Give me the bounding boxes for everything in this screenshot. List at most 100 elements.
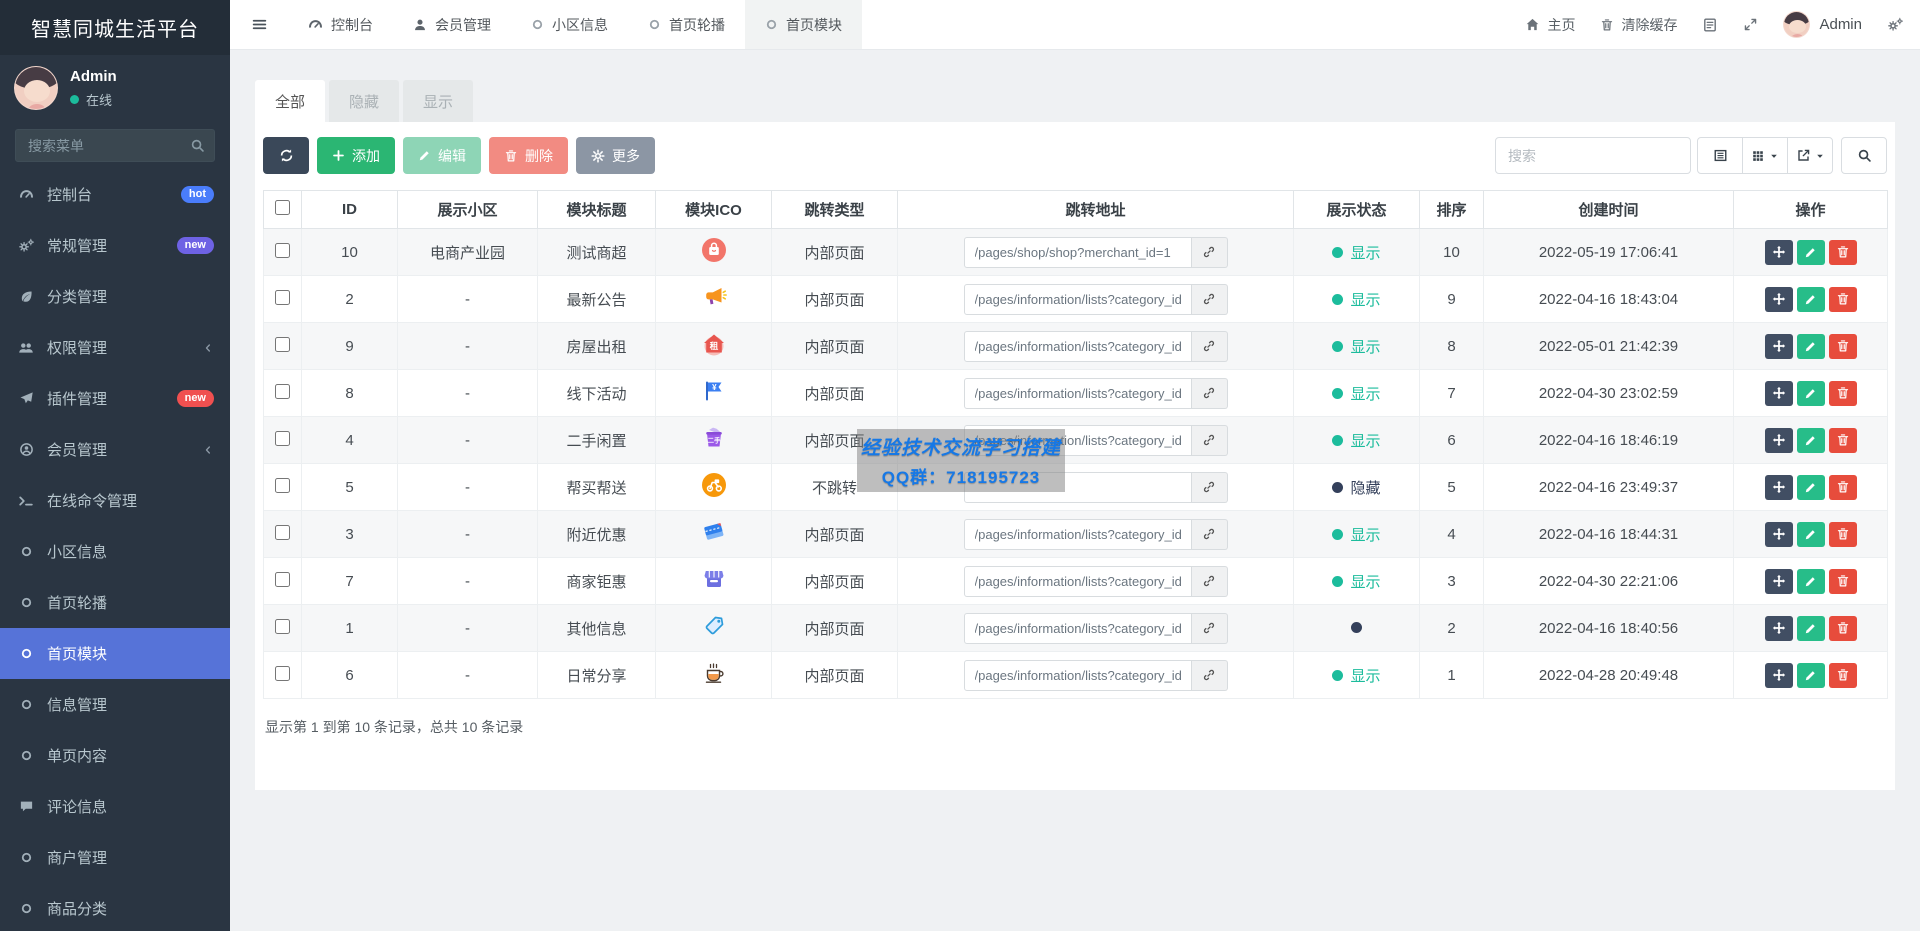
row-edit-button[interactable]: [1797, 334, 1825, 359]
row-edit-button[interactable]: [1797, 381, 1825, 406]
sidebar-item-14[interactable]: 商品分类: [0, 883, 230, 931]
link-button[interactable]: [1192, 331, 1228, 362]
select-all-checkbox[interactable]: [275, 200, 290, 215]
row-edit-button[interactable]: [1797, 522, 1825, 547]
nav-tab-3[interactable]: 首页轮播: [628, 0, 745, 49]
row-edit-button[interactable]: [1797, 569, 1825, 594]
row-checkbox[interactable]: [275, 666, 290, 681]
sidebar-item-0[interactable]: 控制台 hot: [0, 169, 230, 220]
sidebar-item-11[interactable]: 单页内容: [0, 730, 230, 781]
status-badge[interactable]: 显示: [1332, 524, 1380, 545]
drag-sort-button[interactable]: [1765, 334, 1793, 359]
row-checkbox[interactable]: [275, 619, 290, 634]
more-button[interactable]: 更多: [576, 137, 655, 174]
jump-url-input[interactable]: [964, 425, 1192, 456]
refresh-button[interactable]: [263, 137, 309, 174]
row-checkbox[interactable]: [275, 525, 290, 540]
topnav-clear-cache[interactable]: 清除缓存: [1600, 15, 1677, 35]
edit-button[interactable]: 编辑: [403, 137, 481, 174]
jump-url-input[interactable]: [964, 519, 1192, 550]
sidebar-item-10[interactable]: 信息管理: [0, 679, 230, 730]
drag-sort-button[interactable]: [1765, 428, 1793, 453]
jump-url-input[interactable]: [964, 472, 1192, 503]
nav-tab-4[interactable]: 首页模块: [745, 0, 862, 49]
row-checkbox[interactable]: [275, 384, 290, 399]
row-edit-button[interactable]: [1797, 428, 1825, 453]
drag-sort-button[interactable]: [1765, 663, 1793, 688]
sidebar-item-12[interactable]: 评论信息: [0, 781, 230, 832]
nav-tab-2[interactable]: 小区信息: [511, 0, 628, 49]
row-checkbox[interactable]: [275, 337, 290, 352]
row-edit-button[interactable]: [1797, 287, 1825, 312]
detail-view-button[interactable]: [1697, 137, 1743, 174]
row-checkbox[interactable]: [275, 290, 290, 305]
row-delete-button[interactable]: [1829, 663, 1857, 688]
jump-url-input[interactable]: [964, 566, 1192, 597]
status-badge[interactable]: 显示: [1332, 665, 1380, 686]
sidebar-item-3[interactable]: 权限管理: [0, 322, 230, 373]
status-badge[interactable]: 显示: [1332, 430, 1380, 451]
drag-sort-button[interactable]: [1765, 287, 1793, 312]
status-badge[interactable]: 隐藏: [1332, 477, 1380, 498]
link-button[interactable]: [1192, 425, 1228, 456]
sidebar-item-2[interactable]: 分类管理: [0, 271, 230, 322]
jump-url-input[interactable]: [964, 378, 1192, 409]
jump-url-input[interactable]: [964, 284, 1192, 315]
topnav-home[interactable]: 主页: [1525, 15, 1575, 35]
jump-url-input[interactable]: [964, 237, 1192, 268]
row-delete-button[interactable]: [1829, 334, 1857, 359]
jump-url-input[interactable]: [964, 331, 1192, 362]
columns-button[interactable]: [1742, 137, 1788, 174]
topnav-user[interactable]: Admin: [1783, 11, 1862, 38]
sidebar-item-9[interactable]: 首页模块: [0, 628, 230, 679]
search-button[interactable]: [1841, 137, 1887, 174]
drag-sort-button[interactable]: [1765, 616, 1793, 641]
sidebar-item-13[interactable]: 商户管理: [0, 832, 230, 883]
row-delete-button[interactable]: [1829, 428, 1857, 453]
row-delete-button[interactable]: [1829, 616, 1857, 641]
link-button[interactable]: [1192, 472, 1228, 503]
filter-tab-0[interactable]: 全部: [255, 80, 325, 122]
topnav-language[interactable]: [1702, 17, 1718, 33]
row-edit-button[interactable]: [1797, 616, 1825, 641]
sidebar-item-7[interactable]: 小区信息: [0, 526, 230, 577]
drag-sort-button[interactable]: [1765, 240, 1793, 265]
sidebar-item-1[interactable]: 常规管理 new: [0, 220, 230, 271]
sidebar-item-6[interactable]: 在线命令管理: [0, 475, 230, 526]
topnav-fullscreen[interactable]: [1743, 17, 1758, 32]
row-checkbox[interactable]: [275, 431, 290, 446]
status-badge[interactable]: 显示: [1332, 242, 1380, 263]
row-delete-button[interactable]: [1829, 287, 1857, 312]
row-checkbox[interactable]: [275, 243, 290, 258]
link-button[interactable]: [1192, 237, 1228, 268]
drag-sort-button[interactable]: [1765, 475, 1793, 500]
row-delete-button[interactable]: [1829, 569, 1857, 594]
nav-tab-0[interactable]: 控制台: [288, 0, 393, 49]
link-button[interactable]: [1192, 660, 1228, 691]
row-delete-button[interactable]: [1829, 240, 1857, 265]
delete-button[interactable]: 删除: [489, 137, 568, 174]
jump-url-input[interactable]: [964, 613, 1192, 644]
drag-sort-button[interactable]: [1765, 569, 1793, 594]
link-button[interactable]: [1192, 284, 1228, 315]
row-delete-button[interactable]: [1829, 475, 1857, 500]
link-button[interactable]: [1192, 566, 1228, 597]
menu-toggle-button[interactable]: [230, 0, 288, 49]
topnav-settings[interactable]: [1887, 17, 1904, 32]
drag-sort-button[interactable]: [1765, 381, 1793, 406]
sidebar-item-4[interactable]: 插件管理 new: [0, 373, 230, 424]
row-edit-button[interactable]: [1797, 475, 1825, 500]
status-badge[interactable]: 显示: [1332, 336, 1380, 357]
sidebar-item-8[interactable]: 首页轮播: [0, 577, 230, 628]
row-edit-button[interactable]: [1797, 663, 1825, 688]
row-delete-button[interactable]: [1829, 522, 1857, 547]
add-button[interactable]: 添加: [317, 137, 395, 174]
sidebar-item-5[interactable]: 会员管理: [0, 424, 230, 475]
status-badge[interactable]: [1351, 622, 1362, 633]
row-checkbox[interactable]: [275, 478, 290, 493]
jump-url-input[interactable]: [964, 660, 1192, 691]
row-edit-button[interactable]: [1797, 240, 1825, 265]
filter-tab-2[interactable]: 显示: [403, 80, 473, 122]
status-badge[interactable]: 显示: [1332, 289, 1380, 310]
nav-tab-1[interactable]: 会员管理: [393, 0, 511, 49]
